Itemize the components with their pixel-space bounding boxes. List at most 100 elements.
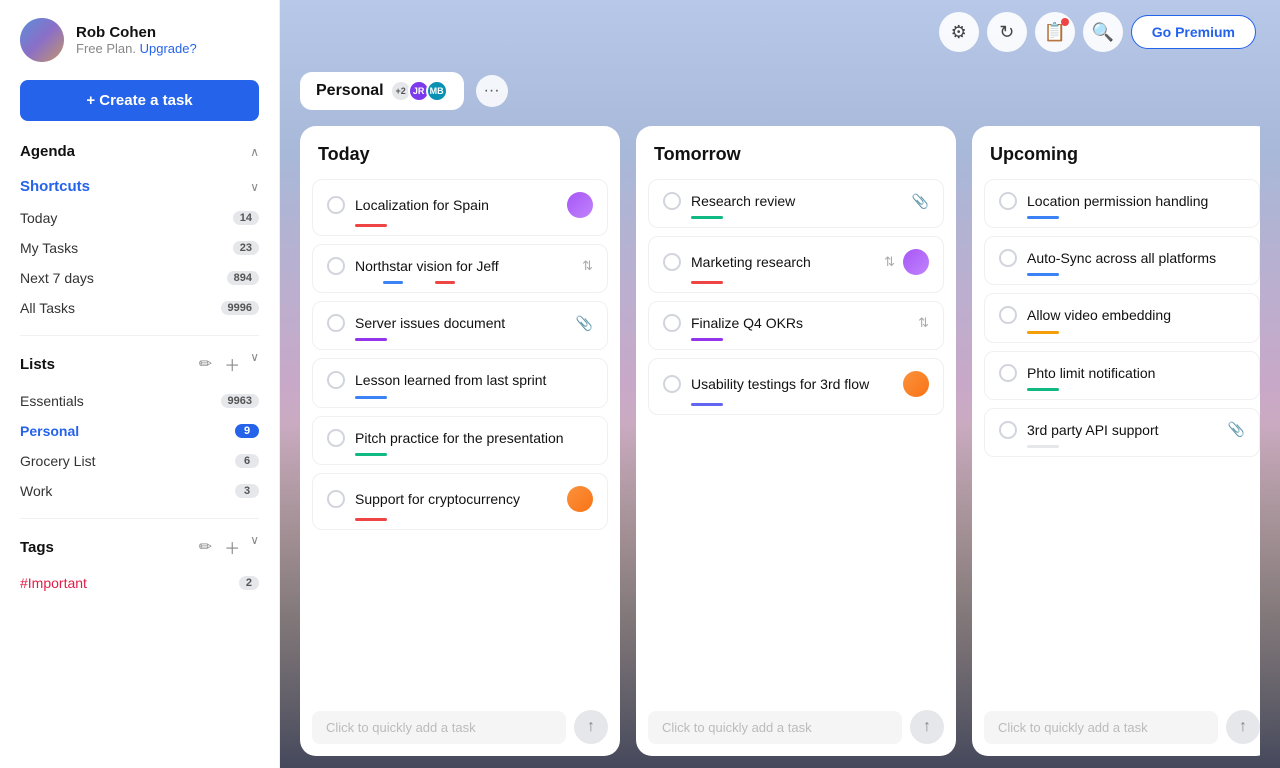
task-checkbox[interactable] xyxy=(327,314,345,332)
lists-edit-button[interactable]: ✏ xyxy=(197,350,214,378)
notifications-button[interactable]: 📋 xyxy=(1035,12,1075,52)
board-header: Personal +2 JR MB ··· xyxy=(300,64,1260,126)
task-checkbox[interactable] xyxy=(999,192,1017,210)
task-card-13[interactable]: Allow video embedding xyxy=(984,293,1260,342)
sidebar-item-personal[interactable]: Personal 9 xyxy=(20,416,259,446)
lists-add-button[interactable]: ＋ xyxy=(222,350,242,378)
task-title: Localization for Spain xyxy=(355,196,489,214)
task-card-12[interactable]: Auto-Sync across all platforms xyxy=(984,236,1260,285)
task-card-5[interactable]: Pitch practice for the presentation xyxy=(312,416,608,465)
task-card-15[interactable]: 3rd party API support 📎 xyxy=(984,408,1260,457)
task-checkbox[interactable] xyxy=(663,375,681,393)
task-checkbox[interactable] xyxy=(999,364,1017,382)
task-card-9[interactable]: Finalize Q4 OKRs ⇅ xyxy=(648,301,944,350)
task-card-11[interactable]: Location permission handling xyxy=(984,179,1260,228)
lists-nav: Essentials 9963 Personal 9 Grocery List … xyxy=(20,386,259,506)
column-header-today: Today xyxy=(300,126,620,175)
task-checkbox[interactable] xyxy=(999,249,1017,267)
sort-icon: ⇅ xyxy=(582,258,593,274)
divider-2 xyxy=(20,518,259,519)
task-card-left: Usability testings for 3rd flow xyxy=(663,375,903,393)
task-checkbox[interactable] xyxy=(327,371,345,389)
task-card-8[interactable]: Marketing research ⇅ xyxy=(648,236,944,293)
refresh-button[interactable]: ↻ xyxy=(987,12,1027,52)
task-checkbox[interactable] xyxy=(327,196,345,214)
task-card-left: 3rd party API support xyxy=(999,421,1228,439)
send-button-upcoming[interactable]: ↑ xyxy=(1226,710,1260,744)
task-card-left: Marketing research xyxy=(663,253,884,271)
task-card-7[interactable]: Research review 📎 xyxy=(648,179,944,228)
settings-button[interactable]: ⚙ xyxy=(939,12,979,52)
task-color-bar xyxy=(691,338,723,341)
tags-title: Tags xyxy=(20,539,54,556)
lists-section: Lists ✏ ＋ ∨ Essentials 9963 Personal 9 G… xyxy=(0,344,279,510)
tags-nav: #Important 2 xyxy=(20,569,259,597)
task-avatar xyxy=(567,192,593,218)
task-card-left: Auto-Sync across all platforms xyxy=(999,249,1245,267)
shortcuts-section: Shortcuts ∨ Today 14 My Tasks 23 Next 7 … xyxy=(0,172,279,327)
sidebar-item-essentials[interactable]: Essentials 9963 xyxy=(20,386,259,416)
search-button[interactable]: 🔍 xyxy=(1083,12,1123,52)
sidebar-item-grocery-list[interactable]: Grocery List 6 xyxy=(20,446,259,476)
attach-icon: 📎 xyxy=(912,193,929,210)
task-card-right: 📎 xyxy=(912,193,929,210)
send-button-tomorrow[interactable]: ↑ xyxy=(910,710,944,744)
task-checkbox[interactable] xyxy=(663,253,681,271)
task-checkbox[interactable] xyxy=(327,257,345,275)
tags-header[interactable]: Tags ✏ ＋ ∨ xyxy=(20,533,259,561)
task-card-top: Support for cryptocurrency xyxy=(327,486,593,512)
task-card-1[interactable]: Localization for Spain xyxy=(312,179,608,236)
task-card-3[interactable]: Server issues document 📎 xyxy=(312,301,608,350)
sidebar-item-today[interactable]: Today 14 xyxy=(20,203,259,233)
task-checkbox[interactable] xyxy=(327,490,345,508)
task-card-4[interactable]: Lesson learned from last sprint xyxy=(312,358,608,407)
task-checkbox[interactable] xyxy=(663,314,681,332)
task-checkbox[interactable] xyxy=(999,306,1017,324)
shortcuts-header[interactable]: Shortcuts ∨ xyxy=(20,178,259,195)
task-card-right: 📎 xyxy=(1228,421,1245,438)
board-more-button[interactable]: ··· xyxy=(476,75,508,107)
agenda-header[interactable]: Agenda ∧ xyxy=(20,143,259,160)
task-color-bar xyxy=(355,338,387,341)
task-color-bar xyxy=(691,281,723,284)
task-title: Location permission handling xyxy=(1027,192,1208,210)
quick-add-input-upcoming[interactable] xyxy=(984,711,1218,744)
task-card-top: Usability testings for 3rd flow xyxy=(663,371,929,397)
column-today: Today Localization for Spain Northstar v… xyxy=(300,126,620,756)
sidebar-item-my-tasks[interactable]: My Tasks 23 xyxy=(20,233,259,263)
quick-add-input-tomorrow[interactable] xyxy=(648,711,902,744)
column-upcoming: Upcoming Location permission handling Au… xyxy=(972,126,1260,756)
task-card-10[interactable]: Usability testings for 3rd flow xyxy=(648,358,944,415)
task-checkbox[interactable] xyxy=(327,429,345,447)
board-tab-label: Personal xyxy=(316,82,384,100)
tags-chevron: ∨ xyxy=(250,533,259,561)
task-card-right: ⇅ xyxy=(884,249,929,275)
task-avatar xyxy=(903,371,929,397)
task-card-top: Pitch practice for the presentation xyxy=(327,429,593,447)
upgrade-link[interactable]: Upgrade? xyxy=(140,41,197,56)
sidebar-item-work[interactable]: Work 3 xyxy=(20,476,259,506)
send-button-today[interactable]: ↑ xyxy=(574,710,608,744)
sidebar-tag-#Important[interactable]: #Important 2 xyxy=(20,569,259,597)
tags-edit-button[interactable]: ✏ xyxy=(197,533,214,561)
lists-header[interactable]: Lists ✏ ＋ ∨ xyxy=(20,350,259,378)
column-header-tomorrow: Tomorrow xyxy=(636,126,956,175)
sidebar-item-all-tasks[interactable]: All Tasks 9996 xyxy=(20,293,259,323)
create-task-button[interactable]: + Create a task xyxy=(20,80,259,121)
task-checkbox[interactable] xyxy=(663,192,681,210)
task-title: Auto-Sync across all platforms xyxy=(1027,249,1216,267)
go-premium-button[interactable]: Go Premium xyxy=(1131,15,1256,49)
tags-actions: ✏ ＋ ∨ xyxy=(197,533,259,561)
column-body-tomorrow: Research review 📎 Marketing research ⇅ F… xyxy=(636,175,956,700)
task-card-2[interactable]: Northstar vision for Jeff ⇅ xyxy=(312,244,608,293)
shortcuts-nav: Today 14 My Tasks 23 Next 7 days 894 All… xyxy=(20,203,259,323)
user-name: Rob Cohen xyxy=(76,24,197,41)
board-tab[interactable]: Personal +2 JR MB xyxy=(300,72,464,110)
task-checkbox[interactable] xyxy=(999,421,1017,439)
task-card-6[interactable]: Support for cryptocurrency xyxy=(312,473,608,530)
tags-add-button[interactable]: ＋ xyxy=(222,533,242,561)
sidebar-item-next-7-days[interactable]: Next 7 days 894 xyxy=(20,263,259,293)
quick-add-input-today[interactable] xyxy=(312,711,566,744)
task-card-14[interactable]: Phto limit notification xyxy=(984,351,1260,400)
user-plan: Free Plan. Upgrade? xyxy=(76,41,197,56)
